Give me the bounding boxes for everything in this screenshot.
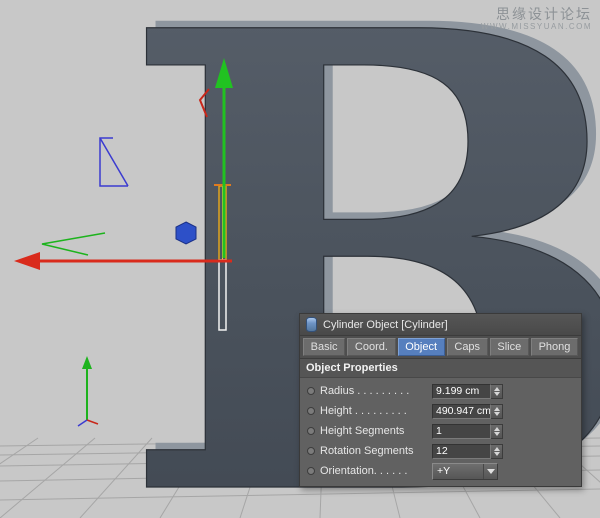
rotation-segments-stepper[interactable] xyxy=(491,444,503,459)
keyframe-circle[interactable] xyxy=(307,467,315,475)
tab-object[interactable]: Object xyxy=(398,338,445,356)
section-header: Object Properties xyxy=(300,359,581,378)
rotation-segments-field[interactable]: 12 xyxy=(432,444,503,459)
tab-basic[interactable]: Basic xyxy=(303,338,345,356)
world-axis-indicator xyxy=(78,356,98,426)
keyframe-circle[interactable] xyxy=(307,407,315,415)
stepper-down-icon[interactable] xyxy=(494,412,500,416)
panel-title: Cylinder Object [Cylinder] xyxy=(323,319,448,331)
tab-coord[interactable]: Coord. xyxy=(347,338,395,356)
cylinder-icon xyxy=(306,317,317,332)
tab-phong[interactable]: Phong xyxy=(531,338,578,356)
property-row-rotation-segments: Rotation Segments 12 xyxy=(300,441,581,461)
height-segments-field[interactable]: 1 xyxy=(432,424,503,439)
radius-value[interactable]: 9.199 cm xyxy=(432,384,491,399)
stepper-down-icon[interactable] xyxy=(494,452,500,456)
property-rows: Radius . . . . . . . . . 9.199 cm Height… xyxy=(300,378,581,486)
radius-label: Radius . . . . . . . . . xyxy=(320,385,432,397)
orientation-value[interactable]: +Y xyxy=(433,465,483,477)
stepper-up-icon[interactable] xyxy=(494,387,500,391)
height-stepper[interactable] xyxy=(491,404,503,419)
stepper-down-icon[interactable] xyxy=(494,432,500,436)
viewport: B B xyxy=(0,0,600,518)
watermark-url: WWW.MISSYUAN.COM xyxy=(481,22,592,32)
height-label: Height . . . . . . . . . xyxy=(320,405,432,417)
chevron-down-icon xyxy=(487,469,495,474)
attributes-panel: Cylinder Object [Cylinder] Basic Coord. … xyxy=(299,313,582,487)
tab-caps[interactable]: Caps xyxy=(447,338,488,356)
property-row-radius: Radius . . . . . . . . . 9.199 cm xyxy=(300,381,581,401)
property-row-orientation: Orientation. . . . . . +Y xyxy=(300,461,581,481)
z-axis-hexagon-handle[interactable] xyxy=(176,222,196,244)
dropdown-arrow-box[interactable] xyxy=(483,464,497,479)
height-segments-value[interactable]: 1 xyxy=(432,424,491,439)
tab-slice[interactable]: Slice xyxy=(490,338,529,356)
height-segments-stepper[interactable] xyxy=(491,424,503,439)
stepper-down-icon[interactable] xyxy=(494,392,500,396)
keyframe-circle[interactable] xyxy=(307,447,315,455)
height-segments-label: Height Segments xyxy=(320,425,432,437)
watermark: 思缘设计论坛 WWW.MISSYUAN.COM xyxy=(481,6,592,32)
stepper-up-icon[interactable] xyxy=(494,407,500,411)
panel-title-bar[interactable]: Cylinder Object [Cylinder] xyxy=(300,314,581,336)
orientation-label: Orientation. . . . . . xyxy=(320,465,432,477)
radius-field[interactable]: 9.199 cm xyxy=(432,384,503,399)
radius-stepper[interactable] xyxy=(491,384,503,399)
stepper-up-icon[interactable] xyxy=(494,447,500,451)
stepper-up-icon[interactable] xyxy=(494,427,500,431)
rotation-segments-value[interactable]: 12 xyxy=(432,444,491,459)
watermark-text-cn: 思缘设计论坛 xyxy=(481,6,592,22)
property-row-height: Height . . . . . . . . . 490.947 cm xyxy=(300,401,581,421)
height-value[interactable]: 490.947 cm xyxy=(432,404,491,419)
orientation-dropdown[interactable]: +Y xyxy=(432,463,498,480)
x-axis-arrowhead[interactable] xyxy=(14,252,40,270)
rotation-segments-label: Rotation Segments xyxy=(320,445,432,457)
property-row-height-segments: Height Segments 1 xyxy=(300,421,581,441)
height-field[interactable]: 490.947 cm xyxy=(432,404,503,419)
panel-tabs: Basic Coord. Object Caps Slice Phong xyxy=(300,336,581,359)
keyframe-circle[interactable] xyxy=(307,427,315,435)
keyframe-circle[interactable] xyxy=(307,387,315,395)
